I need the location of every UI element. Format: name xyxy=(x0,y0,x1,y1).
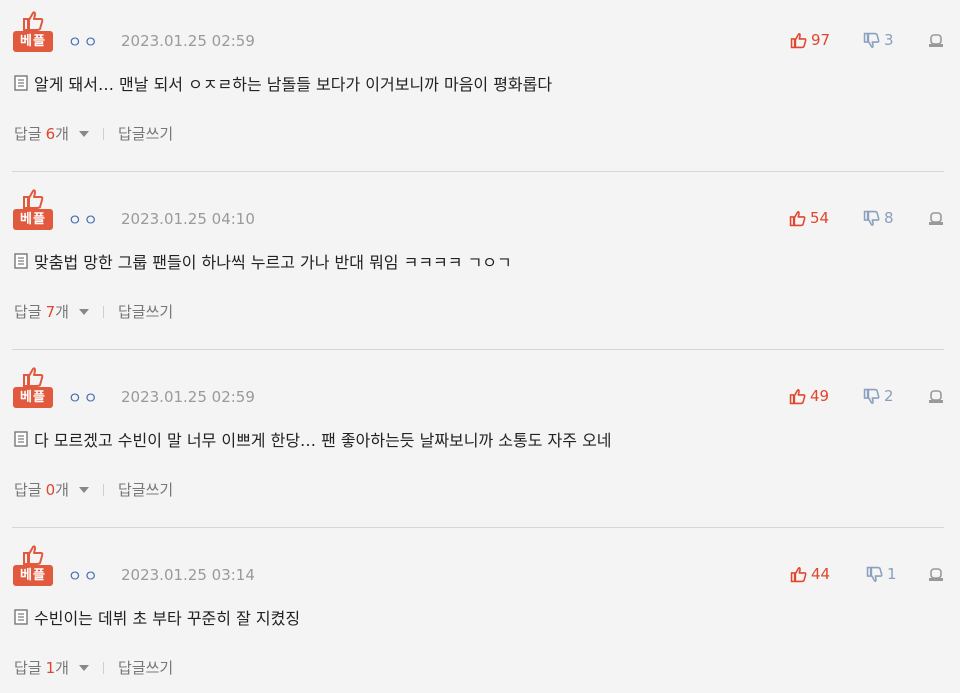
caret-down-icon[interactable] xyxy=(78,308,89,315)
write-reply-button[interactable]: 답글쓰기 xyxy=(118,123,173,144)
thumbs-up-icon xyxy=(23,11,44,31)
report-icon[interactable] xyxy=(928,211,944,227)
comment-item: 베플 ㅇㅇ 2023.01.25 02:59 97 3 알게 돼서… 맨날 되서… xyxy=(0,0,960,172)
comment-body: 알게 돼서… 맨날 되서 ㅇㅈㄹ하는 남돌들 보다가 이거보니까 마음이 평화롭… xyxy=(14,71,552,95)
reply-count[interactable]: 0 xyxy=(46,481,56,499)
reply-unit[interactable]: 개 xyxy=(55,657,69,678)
best-comment-badge: 베플 xyxy=(13,366,53,410)
comment-body: 수빈이는 데뷔 초 부타 꾸준히 잘 지켰징 xyxy=(14,605,300,629)
write-reply-button[interactable]: 답글쓰기 xyxy=(118,657,173,678)
reply-bar: 답글 7개 답글쓰기 xyxy=(14,301,173,322)
thumbs-down-icon xyxy=(863,388,880,404)
author-name[interactable]: ㅇㅇ xyxy=(68,387,100,408)
thumbs-up-icon xyxy=(789,210,806,226)
comment-text: 다 모르겠고 수빈이 말 너무 이쁘게 한당… 팬 좋아하는듯 날짜보니까 소통… xyxy=(34,431,612,450)
thumbs-up-icon xyxy=(790,32,807,48)
thumbs-up-icon xyxy=(789,388,806,404)
dislike-button[interactable]: 1 xyxy=(866,565,897,583)
like-count: 97 xyxy=(811,31,831,49)
report-icon[interactable] xyxy=(928,567,944,583)
report-icon[interactable] xyxy=(928,33,944,49)
comment-text: 수빈이는 데뷔 초 부타 꾸준히 잘 지켰징 xyxy=(34,609,301,628)
separator xyxy=(102,305,104,318)
caret-down-icon[interactable] xyxy=(78,664,89,671)
best-label: 베플 xyxy=(13,209,53,230)
caret-down-icon[interactable] xyxy=(78,130,89,137)
write-reply-button[interactable]: 답글쓰기 xyxy=(118,479,173,500)
separator xyxy=(102,127,104,140)
reply-count[interactable]: 7 xyxy=(46,303,56,321)
best-comment-badge: 베플 xyxy=(13,544,53,588)
caret-down-icon[interactable] xyxy=(78,486,89,493)
comment-date: 2023.01.25 02:59 xyxy=(121,32,255,50)
reply-label[interactable]: 답글 xyxy=(14,301,42,322)
best-comment-badge: 베플 xyxy=(13,188,53,232)
author-name[interactable]: ㅇㅇ xyxy=(68,209,100,230)
document-icon xyxy=(14,75,28,91)
separator xyxy=(102,483,104,496)
like-count: 44 xyxy=(811,565,831,583)
thumbs-up-icon xyxy=(23,545,44,565)
reply-unit[interactable]: 개 xyxy=(55,479,69,500)
thumbs-down-icon xyxy=(863,210,880,226)
dislike-count: 3 xyxy=(884,31,894,49)
thumbs-up-icon xyxy=(23,189,44,209)
reply-bar: 답글 0개 답글쓰기 xyxy=(14,479,173,500)
reply-count[interactable]: 1 xyxy=(46,659,56,677)
dislike-button[interactable]: 3 xyxy=(863,31,894,49)
reply-label[interactable]: 답글 xyxy=(14,123,42,144)
dislike-count: 8 xyxy=(884,209,894,227)
dislike-count: 1 xyxy=(887,565,897,583)
comment-list: 베플 ㅇㅇ 2023.01.25 02:59 97 3 알게 돼서… 맨날 되서… xyxy=(0,0,960,693)
reply-unit[interactable]: 개 xyxy=(55,123,69,144)
thumbs-up-icon xyxy=(790,566,807,582)
dislike-button[interactable]: 8 xyxy=(863,209,894,227)
author-name[interactable]: ㅇㅇ xyxy=(68,565,100,586)
like-button[interactable]: 54 xyxy=(789,209,829,227)
comment-body: 맞춤법 망한 그룹 팬들이 하나씩 누르고 가나 반대 뭐임 ㅋㅋㅋㅋ ㄱㅇㄱ xyxy=(14,249,512,273)
divider xyxy=(12,349,944,350)
author-name[interactable]: ㅇㅇ xyxy=(68,31,100,52)
report-icon[interactable] xyxy=(928,389,944,405)
like-button[interactable]: 49 xyxy=(789,387,829,405)
like-count: 49 xyxy=(810,387,830,405)
like-button[interactable]: 44 xyxy=(790,565,830,583)
document-icon xyxy=(14,431,28,447)
divider xyxy=(12,171,944,172)
reply-count[interactable]: 6 xyxy=(46,125,56,143)
reply-label[interactable]: 답글 xyxy=(14,479,42,500)
write-reply-button[interactable]: 답글쓰기 xyxy=(118,301,173,322)
comment-item: 베플 ㅇㅇ 2023.01.25 02:59 49 2 다 모르겠고 수빈이 말… xyxy=(0,356,960,528)
comment-date: 2023.01.25 02:59 xyxy=(121,388,255,406)
best-label: 베플 xyxy=(13,31,53,52)
reply-label[interactable]: 답글 xyxy=(14,657,42,678)
document-icon xyxy=(14,609,28,625)
comment-date: 2023.01.25 03:14 xyxy=(121,566,255,584)
comment-item: 베플 ㅇㅇ 2023.01.25 03:14 44 1 수빈이는 데뷔 초 부타… xyxy=(0,534,960,693)
best-label: 베플 xyxy=(13,387,53,408)
divider xyxy=(12,527,944,528)
reply-bar: 답글 6개 답글쓰기 xyxy=(14,123,173,144)
like-button[interactable]: 97 xyxy=(790,31,830,49)
reply-bar: 답글 1개 답글쓰기 xyxy=(14,657,173,678)
separator xyxy=(102,661,104,674)
comment-text: 알게 돼서… 맨날 되서 ㅇㅈㄹ하는 남돌들 보다가 이거보니까 마음이 평화롭… xyxy=(34,75,553,94)
comment-body: 다 모르겠고 수빈이 말 너무 이쁘게 한당… 팬 좋아하는듯 날짜보니까 소통… xyxy=(14,427,612,451)
dislike-count: 2 xyxy=(884,387,894,405)
thumbs-down-icon xyxy=(863,32,880,48)
comment-date: 2023.01.25 04:10 xyxy=(121,210,255,228)
comment-text: 맞춤법 망한 그룹 팬들이 하나씩 누르고 가나 반대 뭐임 ㅋㅋㅋㅋ ㄱㅇㄱ xyxy=(34,253,512,272)
document-icon xyxy=(14,253,28,269)
reply-unit[interactable]: 개 xyxy=(55,301,69,322)
best-label: 베플 xyxy=(13,565,53,586)
like-count: 54 xyxy=(810,209,830,227)
dislike-button[interactable]: 2 xyxy=(863,387,894,405)
thumbs-up-icon xyxy=(23,367,44,387)
thumbs-down-icon xyxy=(866,566,883,582)
comment-item: 베플 ㅇㅇ 2023.01.25 04:10 54 8 맞춤법 망한 그룹 팬들… xyxy=(0,178,960,350)
best-comment-badge: 베플 xyxy=(13,10,53,54)
